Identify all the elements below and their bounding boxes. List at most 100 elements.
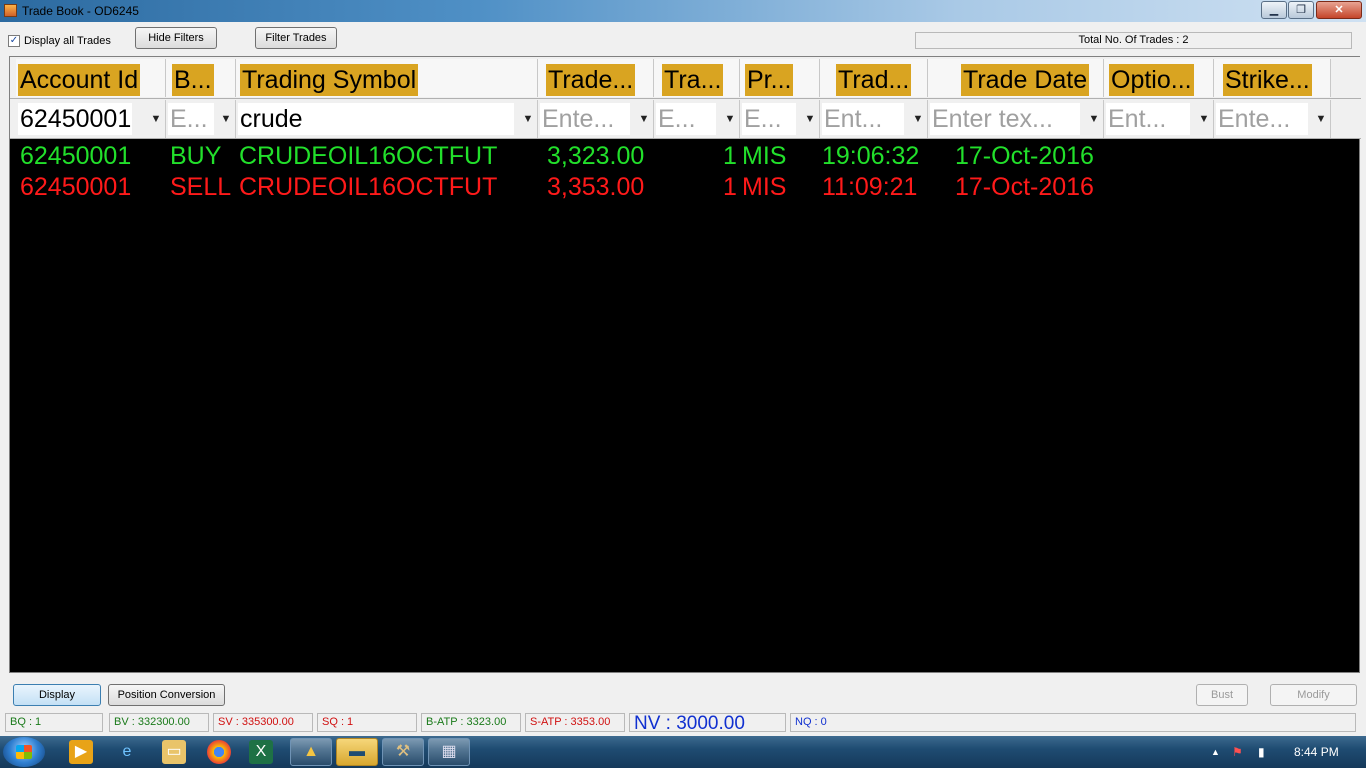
cell-account-id: 62450001	[20, 173, 132, 201]
trade-grid[interactable]: Account Id B... Trading Symbol Trade... …	[9, 56, 1361, 673]
filter-trades-button[interactable]: Filter Trades	[255, 27, 337, 49]
filter-funnel-icon[interactable]: ▼	[220, 112, 232, 126]
cell-trading-symbol: CRUDEOIL16OCTFUT	[239, 142, 498, 170]
col-header-account-id[interactable]: Account Id	[16, 59, 166, 97]
filter-funnel-icon[interactable]: ▼	[1315, 112, 1327, 126]
file-explorer-icon[interactable]: ▭	[162, 740, 186, 764]
windows-taskbar: ▶ e ▭ X ▲ ▬ ⚒ ▦ ▲ ⚑ ▮ 8:44 PM	[0, 736, 1366, 768]
tools-app-icon: ⚒	[395, 743, 411, 760]
filter-funnel-icon[interactable]: ▼	[804, 112, 816, 126]
bust-button[interactable]: Bust	[1196, 684, 1248, 706]
filter-input-account-id[interactable]	[18, 103, 132, 135]
display-all-trades-checkbox[interactable]: ✓ Display all Trades	[8, 35, 111, 47]
status-sq: SQ : 1	[317, 713, 417, 732]
app-icon	[4, 4, 17, 17]
cell-trade-date: 17-Oct-2016	[955, 173, 1094, 201]
filter-input-trade-qty[interactable]	[656, 103, 716, 135]
filter-cell-option: ▼	[1104, 100, 1214, 138]
trading-app-icon: ▬	[349, 743, 365, 760]
col-header-trade-price[interactable]: Trade...	[538, 59, 654, 97]
filter-cell-strike: ▼	[1214, 100, 1331, 138]
filter-funnel-icon[interactable]: ▼	[638, 112, 650, 126]
hide-filters-button[interactable]: Hide Filters	[135, 27, 217, 49]
filter-cell-trade-time: ▼	[820, 100, 928, 138]
total-trades-count: Total No. Of Trades : 2	[915, 32, 1352, 49]
filter-input-product[interactable]	[742, 103, 796, 135]
cell-trade-qty: 1	[723, 142, 737, 170]
filter-input-trade-price[interactable]	[540, 103, 630, 135]
cell-trade-qty: 1	[723, 173, 737, 201]
cell-product: MIS	[742, 142, 787, 170]
filter-cell-buy-sell: ▼	[166, 100, 236, 138]
col-header-option[interactable]: Optio...	[1104, 59, 1214, 97]
table-row[interactable]: 62450001 SELL CRUDEOIL16OCTFUT 3,353.00 …	[10, 172, 1361, 203]
network-icon[interactable]: ⚑	[1232, 745, 1243, 759]
grid-header-row: Account Id B... Trading Symbol Trade... …	[10, 57, 1361, 99]
filter-input-strike[interactable]	[1216, 103, 1308, 135]
col-header-trade-time[interactable]: Trad...	[820, 59, 928, 97]
status-b-atp: B-ATP : 3323.00	[421, 713, 521, 732]
triangle-app-icon: ▲	[303, 743, 319, 760]
status-s-atp: S-ATP : 3353.00	[525, 713, 625, 732]
filter-funnel-icon[interactable]: ▼	[522, 112, 534, 126]
filter-cell-account-id: ▼	[16, 100, 166, 138]
cell-buy-sell: SELL	[170, 173, 232, 201]
cell-trading-symbol: CRUDEOIL16OCTFUT	[239, 173, 498, 201]
status-bq: BQ : 1	[5, 713, 103, 732]
filter-funnel-icon[interactable]: ▼	[1088, 112, 1100, 126]
checkbox-check-icon[interactable]: ✓	[8, 35, 20, 47]
filter-cell-trade-qty: ▼	[654, 100, 740, 138]
filter-funnel-icon[interactable]: ▼	[150, 112, 162, 126]
filter-input-trade-date[interactable]	[930, 103, 1080, 135]
cell-product: MIS	[742, 173, 787, 201]
cell-trade-date: 17-Oct-2016	[955, 142, 1094, 170]
status-bar: BQ : 1 BV : 332300.00 SV : 335300.00 SQ …	[0, 712, 1366, 734]
display-button[interactable]: Display	[13, 684, 101, 706]
taskbar-app-trading[interactable]: ▬	[336, 738, 378, 766]
col-header-trading-symbol[interactable]: Trading Symbol	[236, 59, 538, 97]
start-button[interactable]	[3, 737, 45, 767]
cell-trade-time: 19:06:32	[822, 142, 920, 170]
col-header-buy-sell[interactable]: B...	[166, 59, 236, 97]
filter-funnel-icon[interactable]: ▼	[724, 112, 736, 126]
filter-funnel-icon[interactable]: ▼	[1198, 112, 1210, 126]
chrome-icon[interactable]	[207, 740, 231, 764]
tray-arrow-icon[interactable]: ▲	[1211, 747, 1220, 757]
col-header-strike[interactable]: Strike...	[1214, 59, 1331, 97]
close-button[interactable]: ✕	[1316, 1, 1362, 19]
minimize-button[interactable]: ▁	[1261, 1, 1287, 19]
media-player-icon[interactable]: ▶	[69, 740, 93, 764]
position-conversion-button[interactable]: Position Conversion	[108, 684, 225, 706]
filter-input-trade-time[interactable]	[822, 103, 904, 135]
excel-icon[interactable]: X	[249, 740, 273, 764]
filter-cell-trading-symbol: ▼	[236, 100, 538, 138]
cell-buy-sell: BUY	[170, 142, 222, 170]
filter-funnel-icon[interactable]: ▼	[912, 112, 924, 126]
status-bv: BV : 332300.00	[109, 713, 209, 732]
modify-button[interactable]: Modify	[1270, 684, 1357, 706]
cell-trade-price: 3,323.00	[547, 142, 645, 170]
col-header-product[interactable]: Pr...	[740, 59, 820, 97]
status-nv: NV : 3000.00	[629, 713, 786, 733]
col-header-trade-qty[interactable]: Tra...	[654, 59, 740, 97]
windows-logo-icon	[16, 745, 32, 759]
cell-trade-price: 3,353.00	[547, 173, 645, 201]
maximize-button[interactable]: ❐	[1288, 1, 1314, 19]
battery-icon[interactable]: ▮	[1258, 745, 1265, 759]
taskbar-app-4[interactable]: ▦	[428, 738, 470, 766]
filter-input-option[interactable]	[1106, 103, 1190, 135]
display-all-trades-label: Display all Trades	[24, 35, 111, 47]
taskbar-app-1[interactable]: ▲	[290, 738, 332, 766]
filter-cell-trade-date: ▼	[928, 100, 1104, 138]
col-header-trade-date[interactable]: Trade Date	[928, 59, 1104, 97]
table-row[interactable]: 62450001 BUY CRUDEOIL16OCTFUT 3,323.00 1…	[10, 141, 1361, 172]
filter-input-buy-sell[interactable]	[168, 103, 214, 135]
internet-explorer-icon[interactable]: e	[115, 740, 139, 764]
filter-cell-product: ▼	[740, 100, 820, 138]
cell-trade-time: 11:09:21	[822, 173, 918, 201]
window-title: Trade Book - OD6245	[22, 4, 139, 18]
action-bar: Display Position Conversion Bust Modify	[0, 682, 1366, 710]
clock[interactable]: 8:44 PM	[1294, 745, 1339, 759]
filter-input-trading-symbol[interactable]	[238, 103, 514, 135]
taskbar-app-3[interactable]: ⚒	[382, 738, 424, 766]
